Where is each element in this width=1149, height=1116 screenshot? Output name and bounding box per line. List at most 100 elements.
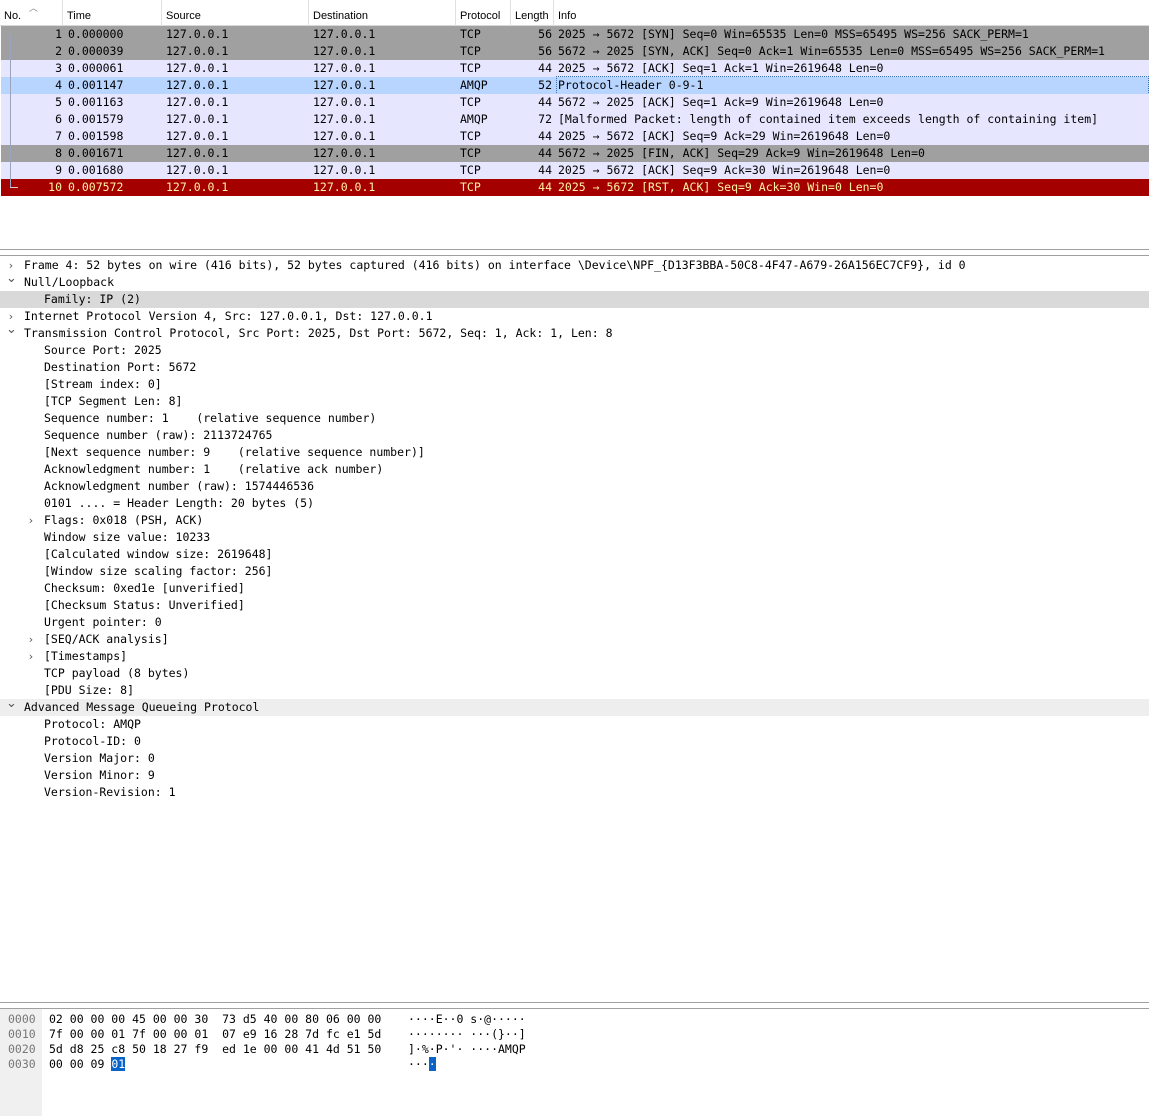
tree-item-label: Checksum: 0xed1e [unverified] — [44, 581, 245, 595]
packet-bytes-pane[interactable]: 0000 02 00 00 00 45 00 00 30 73 d5 40 00 … — [0, 1008, 1149, 1116]
hex-bytes[interactable]: 02 00 00 00 45 00 00 30 73 d5 40 00 80 0… — [49, 1012, 381, 1027]
tree-item[interactable]: Acknowledgment number (raw): 1574446536 — [0, 478, 1149, 495]
tree-item-label: Version Minor: 9 — [44, 768, 155, 782]
chevron-right-icon[interactable]: › — [26, 648, 36, 665]
packet-time: 0.001598 — [68, 129, 124, 143]
hex-offset: 0010 — [8, 1027, 36, 1041]
tree-item[interactable]: [Calculated window size: 2619648] — [0, 546, 1149, 563]
tree-item[interactable]: [Checksum Status: Unverified] — [0, 597, 1149, 614]
packet-row[interactable]: 8 0.001671 127.0.0.1 127.0.0.1 TCP 44 5672 → 2… — [1, 145, 1149, 162]
tree-item[interactable]: [Stream index: 0] — [0, 376, 1149, 393]
tree-item[interactable]: › Flags: 0x018 (PSH, ACK) — [0, 512, 1149, 529]
packet-protocol: TCP — [460, 95, 481, 109]
packet-source: 127.0.0.1 — [166, 163, 229, 177]
tree-item[interactable]: [PDU Size: 8] — [0, 682, 1149, 699]
column-header-info[interactable]: Info — [554, 0, 1149, 26]
packet-destination: 127.0.0.1 — [313, 95, 376, 109]
packet-protocol: TCP — [460, 163, 481, 177]
packet-source: 127.0.0.1 — [166, 112, 229, 126]
tree-item[interactable]: Family: IP (2) — [0, 291, 1149, 308]
packet-row[interactable]: 9 0.001680 127.0.0.1 127.0.0.1 TCP 44 2025 → 5… — [1, 162, 1149, 179]
chevron-right-icon[interactable]: › — [26, 512, 36, 529]
hex-byte-highlighted[interactable]: 01 — [111, 1057, 126, 1071]
tree-item[interactable]: ⌄ Null/Loopback — [0, 271, 1149, 291]
hex-ascii[interactable]: ····E··0 s·@····· — [408, 1012, 526, 1027]
tree-item-label: 0101 .... = Header Length: 20 bytes (5) — [44, 496, 315, 510]
chevron-down-icon[interactable]: ⌄ — [6, 695, 17, 712]
tree-item-label: [Stream index: 0] — [44, 377, 162, 391]
hex-ascii-plain: ··· — [408, 1057, 429, 1071]
packet-row[interactable]: 6 0.001579 127.0.0.1 127.0.0.1 AMQP 72 [Malfor… — [1, 111, 1149, 128]
tree-item[interactable]: Sequence number: 1 (relative sequence nu… — [0, 410, 1149, 427]
tree-item[interactable]: Destination Port: 5672 — [0, 359, 1149, 376]
tree-item[interactable]: › [SEQ/ACK analysis] — [0, 631, 1149, 648]
tree-item-label: Version-Revision: 1 — [44, 785, 176, 799]
packet-row[interactable]: 2 0.000039 127.0.0.1 127.0.0.1 TCP 56 5672 → 2… — [1, 43, 1149, 60]
tree-item-label: Null/Loopback — [24, 275, 115, 289]
hex-ascii[interactable]: ···· — [408, 1057, 436, 1072]
column-header-time[interactable]: Time — [63, 0, 162, 26]
tree-item[interactable]: Protocol-ID: 0 — [0, 733, 1149, 750]
tree-item-label: Urgent pointer: 0 — [44, 615, 162, 629]
chevron-down-icon[interactable]: ⌄ — [6, 321, 17, 338]
tree-item[interactable]: TCP payload (8 bytes) — [0, 665, 1149, 682]
tree-item[interactable]: › Internet Protocol Version 4, Src: 127.0… — [0, 308, 1149, 325]
column-header-destination[interactable]: Destination — [309, 0, 456, 26]
hex-offset: 0000 — [8, 1012, 36, 1026]
packet-info: 2025 → 5672 [SYN] Seq=0 Win=65535 Len=0 … — [558, 27, 1029, 41]
tree-item-label: [Calculated window size: 2619648] — [44, 547, 273, 561]
tree-item[interactable]: Protocol: AMQP — [0, 716, 1149, 733]
packet-row[interactable]: 4 0.001147 127.0.0.1 127.0.0.1 AMQP 52 Protoco… — [1, 76, 1149, 95]
packet-row[interactable]: 3 0.000061 127.0.0.1 127.0.0.1 TCP 44 2025 → 5… — [1, 60, 1149, 77]
packet-protocol: TCP — [460, 27, 481, 41]
packet-length: 72 — [538, 112, 552, 126]
tree-item[interactable]: [Next sequence number: 9 (relative seque… — [0, 444, 1149, 461]
packet-source: 127.0.0.1 — [166, 180, 229, 194]
tree-item-label: [Next sequence number: 9 (relative seque… — [44, 445, 425, 459]
packet-list[interactable]: ︿ No. Time Source Destination Protocol L… — [0, 0, 1149, 250]
packet-length: 44 — [538, 180, 552, 194]
tree-item[interactable]: Version-Revision: 1 — [0, 784, 1149, 801]
tree-item[interactable]: Checksum: 0xed1e [unverified] — [0, 580, 1149, 597]
tree-item[interactable]: ⌄ Advanced Message Queueing Protocol — [0, 696, 1149, 716]
packet-protocol: TCP — [460, 44, 481, 58]
packet-destination: 127.0.0.1 — [313, 163, 376, 177]
hex-bytes[interactable]: 00 00 09 01 — [49, 1057, 126, 1072]
tree-item[interactable]: Acknowledgment number: 1 (relative ack n… — [0, 461, 1149, 478]
tree-item-label: Destination Port: 5672 — [44, 360, 197, 374]
hex-ascii[interactable]: ········ ···(}··] — [408, 1027, 526, 1042]
column-header-no[interactable]: No. — [0, 0, 63, 26]
tree-item[interactable]: Sequence number (raw): 2113724765 — [0, 427, 1149, 444]
tree-item[interactable]: › Frame 4: 52 bytes on wire (416 bits), 5… — [0, 257, 1149, 274]
tree-item[interactable]: Version Major: 0 — [0, 750, 1149, 767]
tree-item[interactable]: [TCP Segment Len: 8] — [0, 393, 1149, 410]
column-header-source[interactable]: Source — [162, 0, 309, 26]
packet-source: 127.0.0.1 — [166, 27, 229, 41]
packet-row[interactable]: 10 0.007572 127.0.0.1 127.0.0.1 TCP 44 2025 → … — [1, 179, 1149, 196]
packet-details-pane[interactable]: › Frame 4: 52 bytes on wire (416 bits), 5… — [0, 255, 1149, 1003]
hex-bytes[interactable]: 5d d8 25 c8 50 18 27 f9 ed 1e 00 00 41 4… — [49, 1042, 381, 1057]
tree-item-label: [Timestamps] — [44, 649, 128, 663]
packet-row[interactable]: 5 0.001163 127.0.0.1 127.0.0.1 TCP 44 5672 → 2… — [1, 94, 1149, 111]
packet-info: [Malformed Packet: length of contained i… — [558, 112, 1099, 126]
column-header-length[interactable]: Length — [511, 0, 554, 26]
hex-ascii-highlighted[interactable]: · — [428, 1057, 436, 1071]
tree-item[interactable]: 0101 .... = Header Length: 20 bytes (5) — [0, 495, 1149, 512]
packet-destination: 127.0.0.1 — [313, 146, 376, 160]
tree-item[interactable]: [Window size scaling factor: 256] — [0, 563, 1149, 580]
tree-item[interactable]: Urgent pointer: 0 — [0, 614, 1149, 631]
tree-item-label: Transmission Control Protocol, Src Port:… — [24, 326, 613, 340]
packet-row[interactable]: 7 0.001598 127.0.0.1 127.0.0.1 TCP 44 2025 → 5… — [1, 128, 1149, 145]
tree-item-label: [SEQ/ACK analysis] — [44, 632, 169, 646]
tree-item[interactable]: › [Timestamps] — [0, 648, 1149, 665]
tree-item[interactable]: Window size value: 10233 — [0, 529, 1149, 546]
hex-ascii[interactable]: ]·%·P·'· ····AMQP — [408, 1042, 526, 1057]
column-header-protocol[interactable]: Protocol — [456, 0, 511, 26]
tree-item[interactable]: Version Minor: 9 — [0, 767, 1149, 784]
tree-item[interactable]: Source Port: 2025 — [0, 342, 1149, 359]
chevron-down-icon[interactable]: ⌄ — [6, 270, 17, 287]
hex-bytes[interactable]: 7f 00 00 01 7f 00 00 01 07 e9 16 28 7d f… — [49, 1027, 381, 1042]
packet-row[interactable]: 1 0.000000 127.0.0.1 127.0.0.1 TCP 56 2025 → 5… — [1, 26, 1149, 43]
chevron-right-icon[interactable]: › — [26, 631, 36, 648]
tree-item[interactable]: ⌄ Transmission Control Protocol, Src Port… — [0, 322, 1149, 342]
